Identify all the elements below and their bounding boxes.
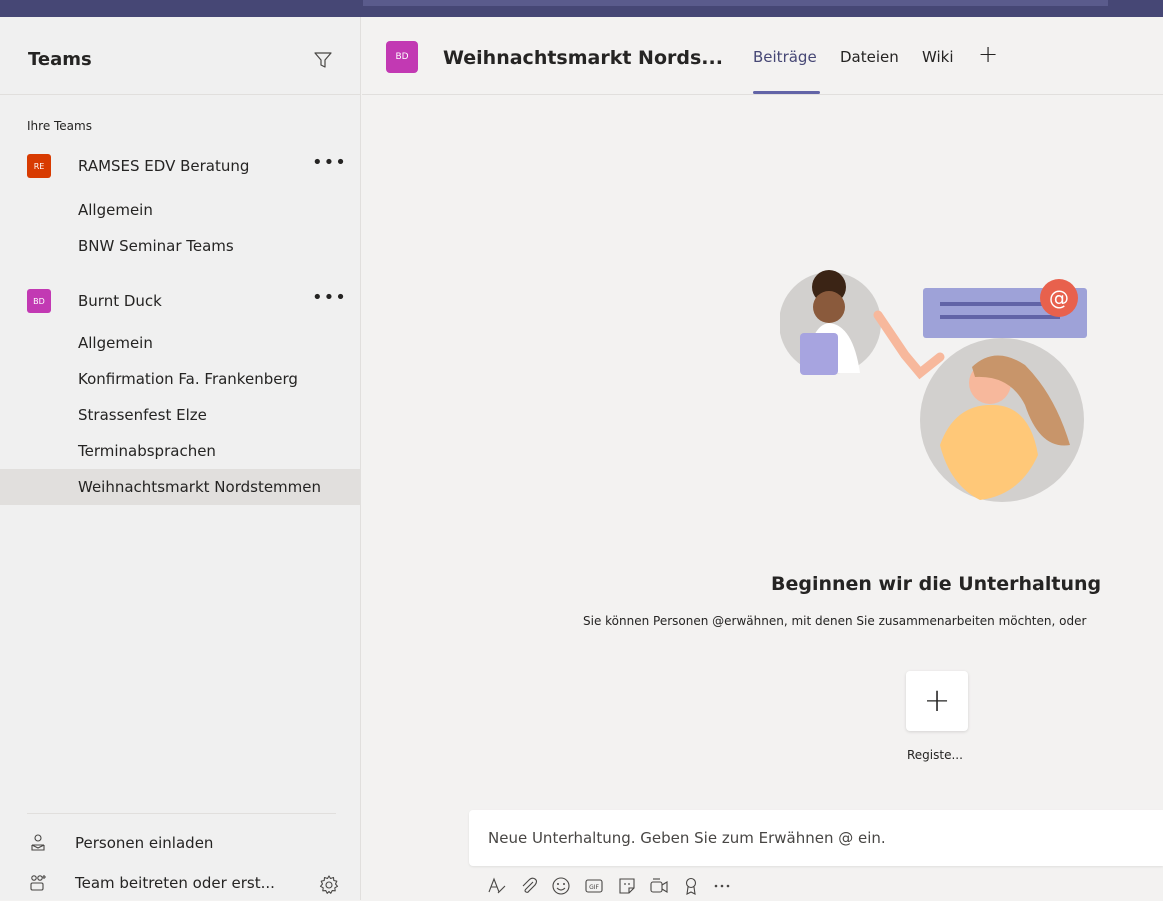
- teams-sidebar: Teams Ihre Teams RE RAMSES EDV Beratung …: [0, 17, 361, 900]
- channel-label: Weihnachtsmarkt Nordstemmen: [78, 478, 322, 496]
- invite-people-button[interactable]: Personen einladen: [0, 827, 361, 859]
- channel-label: Konfirmation Fa. Frankenberg: [78, 370, 298, 388]
- sidebar-divider: [27, 813, 336, 814]
- join-create-team-button[interactable]: Team beitreten oder erst...: [0, 867, 361, 899]
- channel-item[interactable]: Konfirmation Fa. Frankenberg: [0, 361, 361, 397]
- invite-people-label: Personen einladen: [75, 834, 214, 852]
- gif-icon[interactable]: GIF: [583, 875, 607, 899]
- channel-item[interactable]: BNW Seminar Teams: [0, 228, 361, 264]
- channel-label: Strassenfest Elze: [78, 406, 207, 424]
- channel-item-active[interactable]: Weihnachtsmarkt Nordstemmen: [0, 469, 361, 505]
- conversation-illustration: @: [780, 270, 1087, 502]
- more-icon[interactable]: [711, 875, 735, 899]
- format-icon[interactable]: [486, 875, 510, 899]
- search-bar-edge: [363, 0, 1108, 6]
- add-register-button[interactable]: +: [906, 671, 968, 731]
- tab-wiki[interactable]: Wiki: [922, 48, 954, 66]
- register-label: Registe...: [907, 748, 963, 762]
- tab-dateien[interactable]: Dateien: [840, 48, 899, 66]
- team-ramses-edv-beratung[interactable]: RE RAMSES EDV Beratung •••: [0, 148, 361, 184]
- section-label-your-teams: Ihre Teams: [27, 119, 92, 133]
- channel-item[interactable]: Terminabsprachen: [0, 433, 361, 469]
- compose-placeholder: Neue Unterhaltung. Geben Sie zum Erwähne…: [488, 829, 886, 847]
- filter-icon[interactable]: [312, 49, 334, 71]
- title-bar: [0, 0, 1163, 17]
- settings-icon[interactable]: [318, 874, 340, 896]
- plus-icon: +: [923, 681, 951, 719]
- channel-item[interactable]: Strassenfest Elze: [0, 397, 361, 433]
- channel-item[interactable]: Allgemein: [0, 325, 361, 361]
- channel-title: Weihnachtsmarkt Nords...: [443, 47, 723, 69]
- sticker-icon[interactable]: [616, 875, 640, 899]
- channel-header: BD Weihnachtsmarkt Nords... Beiträge Dat…: [362, 17, 1163, 95]
- join-team-icon: [30, 875, 46, 891]
- emoji-icon[interactable]: [550, 875, 574, 899]
- channel-team-avatar: BD: [386, 41, 418, 73]
- channel-label: Allgemein: [78, 201, 153, 219]
- active-tab-indicator: [753, 91, 820, 94]
- team-name: RAMSES EDV Beratung: [78, 157, 250, 175]
- empty-state-subtitle: Sie können Personen @erwähnen, mit denen…: [583, 614, 1087, 628]
- svg-text:GIF: GIF: [589, 884, 599, 891]
- new-conversation-input[interactable]: Neue Unterhaltung. Geben Sie zum Erwähne…: [469, 810, 1163, 866]
- attach-icon[interactable]: [518, 875, 542, 899]
- team-avatar: RE: [27, 154, 51, 178]
- team-name: Burnt Duck: [78, 292, 162, 310]
- channel-label: BNW Seminar Teams: [78, 237, 234, 255]
- svg-text:@: @: [1049, 286, 1069, 310]
- more-options-icon[interactable]: •••: [312, 152, 346, 178]
- sidebar-header: Teams: [0, 17, 361, 95]
- channel-item[interactable]: Allgemein: [0, 192, 361, 228]
- meet-icon[interactable]: [648, 875, 672, 899]
- join-create-team-label: Team beitreten oder erst...: [75, 874, 275, 892]
- channel-label: Terminabsprachen: [78, 442, 216, 460]
- channel-label: Allgemein: [78, 334, 153, 352]
- praise-icon[interactable]: [680, 875, 704, 899]
- empty-state-title: Beginnen wir die Unterhaltung: [771, 573, 1102, 595]
- invite-people-icon: [31, 834, 45, 851]
- team-avatar: BD: [27, 289, 51, 313]
- team-burnt-duck[interactable]: BD Burnt Duck •••: [0, 283, 361, 319]
- add-tab-icon[interactable]: +: [975, 41, 1001, 67]
- channel-main-area: BD Weihnachtsmarkt Nords... Beiträge Dat…: [362, 17, 1163, 900]
- tab-beitraege[interactable]: Beiträge: [753, 48, 817, 66]
- sidebar-title: Teams: [28, 49, 92, 70]
- more-options-icon[interactable]: •••: [312, 287, 346, 313]
